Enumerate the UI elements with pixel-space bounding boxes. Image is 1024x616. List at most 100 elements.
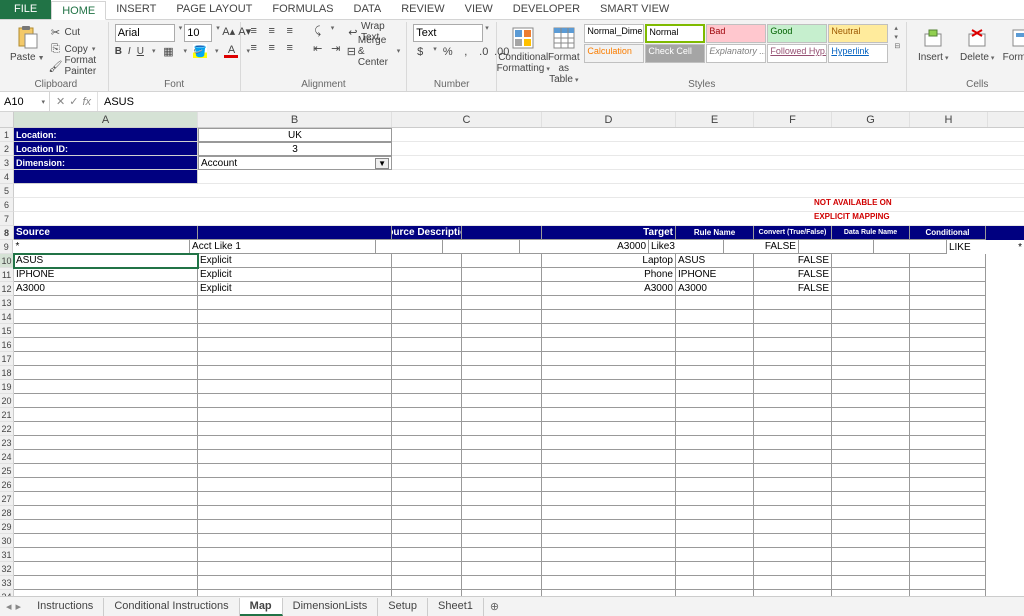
row-header[interactable]: 29 [0, 520, 14, 534]
style-cell[interactable]: Calculation [584, 44, 644, 63]
cell[interactable]: A3000 [676, 282, 754, 296]
cell[interactable] [14, 422, 198, 436]
cell[interactable] [910, 338, 986, 352]
cell[interactable] [754, 562, 832, 576]
cell[interactable] [198, 394, 392, 408]
cell[interactable] [542, 478, 676, 492]
cell[interactable] [676, 562, 754, 576]
cell[interactable] [14, 170, 198, 184]
cell[interactable]: 3 [198, 142, 392, 156]
delete-button[interactable]: Delete▾ [957, 24, 997, 64]
cell[interactable] [910, 268, 986, 282]
cell[interactable] [910, 352, 986, 366]
cell[interactable] [542, 394, 676, 408]
cell[interactable]: Target [542, 226, 676, 240]
cell[interactable] [14, 394, 198, 408]
row-header[interactable]: 13 [0, 296, 14, 310]
chevron-down-icon[interactable]: ▾ [216, 24, 220, 42]
cell[interactable] [462, 282, 542, 296]
cell[interactable] [910, 534, 986, 548]
align-bottom-icon[interactable]: ≡ [283, 24, 297, 38]
cell[interactable] [910, 380, 986, 394]
cell[interactable] [542, 562, 676, 576]
cell[interactable] [198, 562, 392, 576]
cell[interactable] [832, 366, 910, 380]
cell[interactable] [462, 492, 542, 506]
cell[interactable]: FALSE [754, 254, 832, 268]
cell[interactable] [542, 450, 676, 464]
col-header-d[interactable]: D [542, 112, 676, 127]
cell[interactable] [462, 352, 542, 366]
cell[interactable]: FALSE [754, 268, 832, 282]
cell[interactable]: A3000 [14, 282, 198, 296]
cell[interactable] [198, 226, 392, 240]
cell[interactable] [754, 324, 832, 338]
row-header[interactable]: 22 [0, 422, 14, 436]
cell[interactable] [542, 324, 676, 338]
cell[interactable] [832, 576, 910, 590]
cell[interactable] [14, 506, 198, 520]
cell[interactable] [676, 366, 754, 380]
cell[interactable] [462, 534, 542, 548]
cell[interactable] [832, 380, 910, 394]
cell[interactable] [910, 576, 986, 590]
cell[interactable] [542, 352, 676, 366]
align-right-icon[interactable]: ≡ [283, 41, 297, 55]
cell[interactable] [676, 576, 754, 590]
cell[interactable] [910, 436, 986, 450]
cell[interactable] [910, 282, 986, 296]
cell[interactable] [198, 492, 392, 506]
merge-center-button[interactable]: ⊟Merge & Center▾ [347, 43, 401, 59]
chevron-down-icon[interactable]: ▾ [485, 24, 489, 42]
paste-button[interactable]: Paste▼ [10, 24, 45, 64]
cell[interactable]: Laptop [542, 254, 676, 268]
cell[interactable] [832, 506, 910, 520]
cell[interactable] [832, 310, 910, 324]
cell[interactable] [392, 310, 462, 324]
cell[interactable] [754, 450, 832, 464]
cell[interactable] [392, 324, 462, 338]
cell[interactable] [832, 464, 910, 478]
cell[interactable] [462, 324, 542, 338]
style-cell[interactable]: Followed Hyp... [767, 44, 827, 63]
style-cell[interactable]: Check Cell [645, 44, 705, 63]
row-header[interactable]: 12 [0, 282, 14, 296]
row-header[interactable]: 2 [0, 142, 14, 156]
cell[interactable]: ASUS [14, 254, 198, 268]
cell[interactable] [392, 450, 462, 464]
cell[interactable] [910, 492, 986, 506]
cell[interactable] [198, 408, 392, 422]
cell[interactable] [392, 366, 462, 380]
cell[interactable] [874, 240, 947, 254]
cell[interactable] [754, 394, 832, 408]
cell[interactable] [754, 478, 832, 492]
formula-input[interactable]: ASUS [98, 92, 1024, 111]
cell[interactable] [832, 394, 910, 408]
gallery-more-icon[interactable]: ⊟ [894, 42, 900, 50]
name-box[interactable]: A10▾ [0, 92, 50, 111]
cell[interactable]: IPHONE [14, 268, 198, 282]
cell[interactable] [676, 548, 754, 562]
cell[interactable] [462, 576, 542, 590]
cell-styles-gallery[interactable]: Normal_Dime...NormalBadGoodNeutralCalcul… [584, 24, 888, 63]
cell[interactable] [542, 422, 676, 436]
cell[interactable] [542, 296, 676, 310]
cell[interactable] [910, 366, 986, 380]
cell[interactable]: Account▼ [198, 156, 392, 170]
cell[interactable] [198, 506, 392, 520]
cell[interactable]: FALSE [754, 282, 832, 296]
tab-formulas[interactable]: FORMULAS [262, 0, 343, 19]
row-header[interactable]: 26 [0, 478, 14, 492]
tab-review[interactable]: REVIEW [391, 0, 454, 19]
cell[interactable] [832, 562, 910, 576]
cell[interactable] [392, 436, 462, 450]
cut-button[interactable]: ✂Cut [49, 24, 102, 40]
cell[interactable] [676, 506, 754, 520]
cell[interactable]: * [985, 240, 1024, 254]
cell[interactable] [676, 464, 754, 478]
cell[interactable] [542, 576, 676, 590]
row-header[interactable]: 8 [0, 226, 14, 240]
row-header[interactable]: 16 [0, 338, 14, 352]
cell[interactable] [392, 380, 462, 394]
gallery-up-icon[interactable]: ▴ [894, 24, 900, 32]
